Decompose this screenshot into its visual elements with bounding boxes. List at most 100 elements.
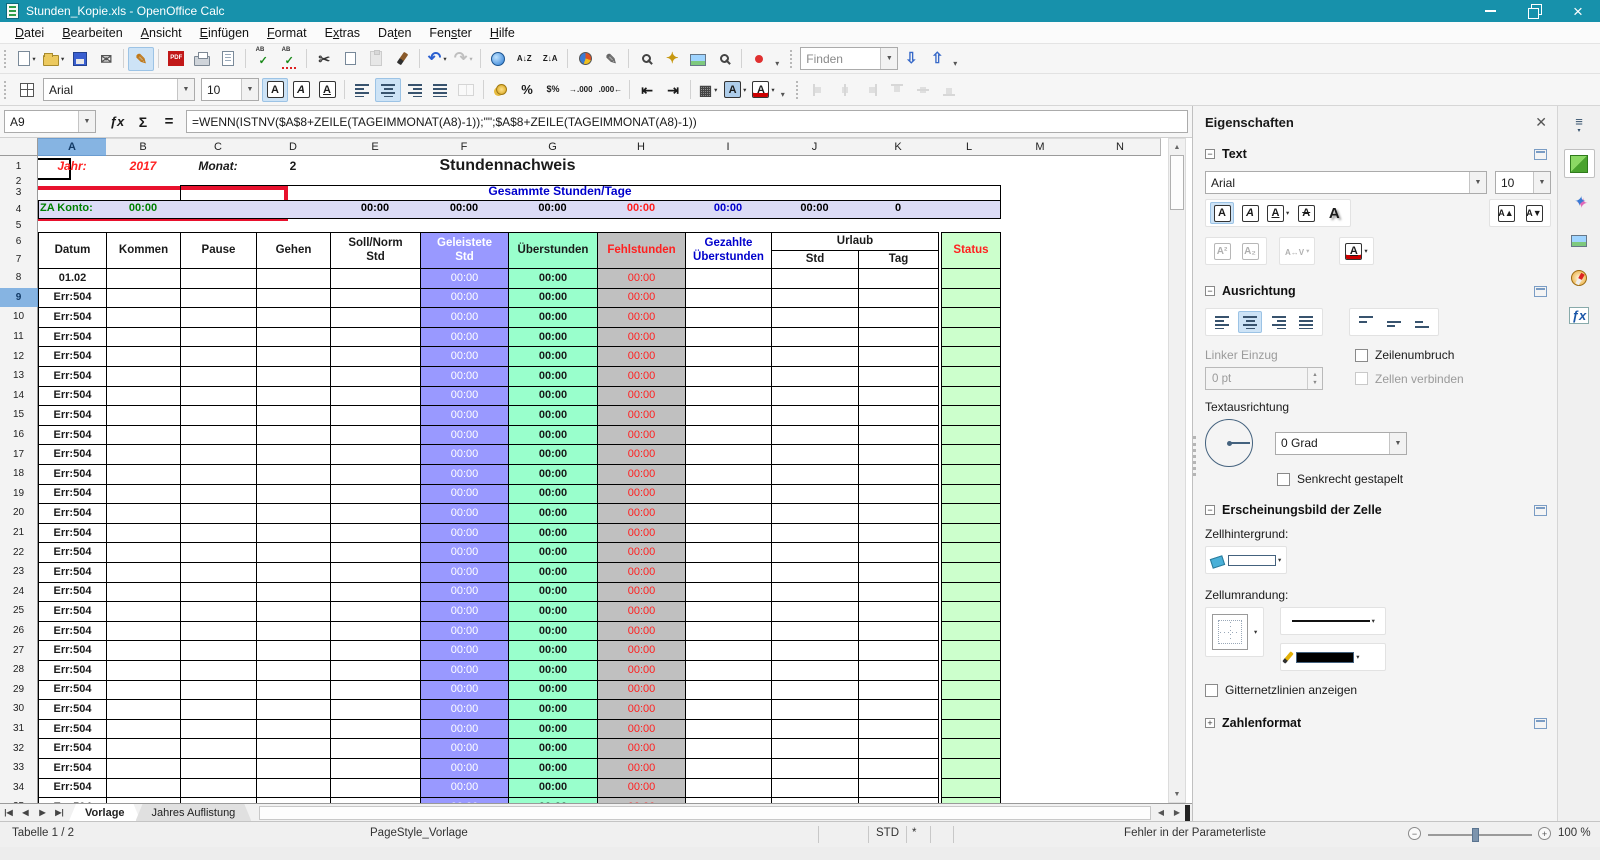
number-format-dialog-launcher-icon[interactable] (1534, 717, 1547, 729)
toolbar-overflow-button[interactable]: ▾ (775, 59, 779, 68)
cell-A23[interactable]: Err:504 (38, 562, 107, 583)
sidebar-tab-styles[interactable]: ✦ (1564, 187, 1595, 216)
cell-E17[interactable] (330, 444, 421, 465)
cell-B26[interactable] (106, 620, 181, 642)
cell-F20[interactable]: 00:00 (420, 503, 509, 524)
cell-G24[interactable]: 00:00 (508, 581, 598, 603)
row-header-17[interactable]: 17 (0, 444, 38, 465)
format-paintbrush-button[interactable] (389, 47, 415, 71)
cell-L18[interactable] (941, 464, 1001, 485)
appearance-dialog-launcher-icon[interactable] (1534, 504, 1547, 516)
borders-button[interactable]: ▦ ▾ (695, 78, 721, 102)
first-sheet-button[interactable]: |◀ (0, 805, 17, 821)
align-objects-middle-button[interactable] (910, 78, 936, 102)
decrease-font-button[interactable] (1522, 202, 1546, 224)
cell-A29[interactable]: Err:504 (38, 679, 107, 701)
cell-H17[interactable]: 00:00 (597, 444, 686, 465)
cell-I28[interactable] (685, 660, 772, 681)
sidebar-resize-grip[interactable] (1193, 436, 1197, 476)
cell-D33[interactable] (256, 758, 331, 779)
edit-file-button[interactable]: ✎ (128, 46, 155, 71)
row-header-34[interactable]: 34 (0, 777, 38, 799)
row-header-18[interactable]: 18 (0, 464, 38, 485)
align-right-button[interactable] (401, 78, 427, 102)
cell-I15[interactable] (685, 405, 772, 426)
cell-F33[interactable]: 00:00 (420, 758, 509, 779)
cell-D14[interactable] (256, 385, 331, 407)
cell-A9[interactable]: Err:504 (38, 287, 107, 309)
cell-E22[interactable] (330, 542, 421, 563)
cell-F34[interactable]: 00:00 (420, 777, 509, 799)
cell-G10[interactable]: 00:00 (508, 307, 598, 328)
cell-J13[interactable] (771, 366, 859, 387)
cell-B12[interactable] (106, 346, 181, 367)
cell-I13[interactable] (685, 366, 772, 387)
cell-D29[interactable] (256, 679, 331, 701)
cell-F26[interactable]: 00:00 (420, 620, 509, 642)
cell-I30[interactable] (685, 699, 772, 720)
cell-I19[interactable] (685, 483, 772, 505)
wrap-text-checkbox[interactable] (1355, 348, 1368, 362)
cell-A32[interactable]: Err:504 (38, 738, 107, 759)
cell-A13[interactable]: Err:504 (38, 366, 107, 387)
row-header-4[interactable]: 4 (0, 200, 38, 219)
sidebar-justify-button[interactable] (1294, 311, 1318, 333)
cell-L20[interactable] (941, 503, 1001, 524)
underline-button[interactable]: ▾ (1266, 202, 1290, 224)
menu-bearbeiten[interactable]: Bearbeiten (53, 23, 131, 43)
cell-K22[interactable] (858, 542, 939, 563)
cell-I24[interactable] (685, 581, 772, 603)
background-color-button[interactable]: ▾ (721, 78, 749, 102)
cell-I26[interactable] (685, 620, 772, 642)
cell-B16[interactable] (106, 424, 181, 446)
cell-K25[interactable] (858, 601, 939, 622)
cell-H23[interactable]: 00:00 (597, 562, 686, 583)
name-box[interactable]: A9 ▼ (4, 110, 96, 133)
cell-K29[interactable] (858, 679, 939, 701)
font-name-combo[interactable]: Arial ▼ (43, 78, 195, 101)
cell-H24[interactable]: 00:00 (597, 581, 686, 603)
navigator-button[interactable]: ✦ (659, 47, 685, 71)
cell-C9[interactable] (180, 287, 257, 309)
sidebar-font-size-dropdown-icon[interactable]: ▼ (1533, 172, 1550, 193)
cell-J12[interactable] (771, 346, 859, 367)
cell-K21[interactable] (858, 522, 939, 544)
cell-C32[interactable] (180, 738, 257, 759)
cell-D17[interactable] (256, 444, 331, 465)
row-header-1[interactable]: 1 (0, 156, 38, 178)
bold-button[interactable] (1210, 202, 1234, 224)
cell-E8[interactable] (330, 268, 421, 289)
sidebar-tab-navigator[interactable] (1564, 263, 1595, 292)
cell-K9[interactable] (858, 287, 939, 309)
cell-H11[interactable]: 00:00 (597, 326, 686, 348)
cell-K10[interactable] (858, 307, 939, 328)
cell-F21[interactable]: 00:00 (420, 522, 509, 544)
alignment-dialog-launcher-icon[interactable] (1534, 285, 1547, 297)
cell-J26[interactable] (771, 620, 859, 642)
subscript-button[interactable] (1238, 240, 1262, 262)
align-middle-button[interactable] (1382, 311, 1406, 333)
cell-H16[interactable]: 00:00 (597, 424, 686, 446)
cell-F28[interactable]: 00:00 (420, 660, 509, 681)
row-header-25[interactable]: 25 (0, 601, 38, 622)
cell-H4[interactable]: 00:00 (597, 200, 685, 218)
cell-C16[interactable] (180, 424, 257, 446)
cell-L15[interactable] (941, 405, 1001, 426)
toolbar-grip[interactable] (4, 80, 8, 99)
column-header-K[interactable]: K (858, 138, 939, 156)
chart-button[interactable] (572, 47, 598, 71)
cell-G4[interactable]: 00:00 (508, 200, 597, 218)
cell-L34[interactable] (941, 777, 1001, 799)
cell-F30[interactable]: 00:00 (420, 699, 509, 720)
menu-daten[interactable]: Daten (369, 23, 420, 43)
cell-D25[interactable] (256, 601, 331, 622)
cell-E28[interactable] (330, 660, 421, 681)
cell-E13[interactable] (330, 366, 421, 387)
cell-B25[interactable] (106, 601, 181, 622)
cell-H10[interactable]: 00:00 (597, 307, 686, 328)
cell-E32[interactable] (330, 738, 421, 759)
cell-F29[interactable]: 00:00 (420, 679, 509, 701)
menu-hilfe[interactable]: Hilfe (481, 23, 524, 43)
cell-G34[interactable]: 00:00 (508, 777, 598, 799)
cell-B9[interactable] (106, 287, 181, 309)
